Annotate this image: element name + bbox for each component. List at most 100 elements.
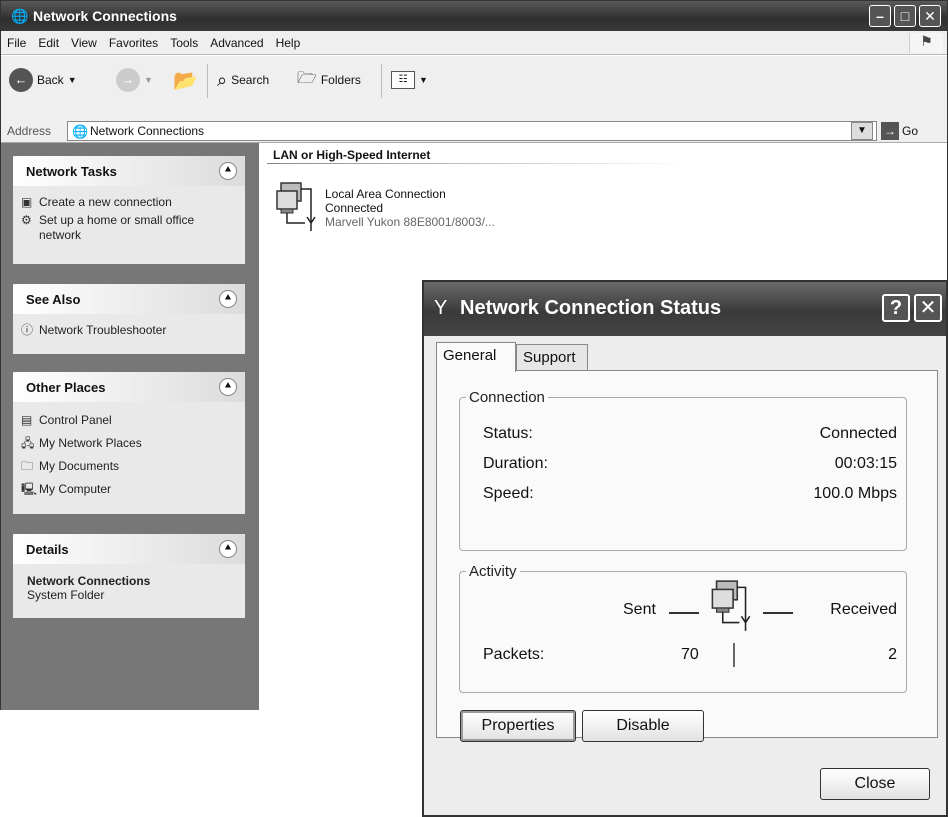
search-button[interactable]: ⌕ Search [217, 66, 269, 94]
menu-bar: File Edit View Favorites Tools Advanced Help ⚑ [1, 31, 947, 55]
collapse-icon[interactable]: ⯅ [219, 378, 237, 396]
control-panel-label: Control Panel [39, 413, 112, 427]
network-connection-status-dialog: Υ Network Connection Status ? ✕ General … [422, 280, 948, 817]
search-icon: ⌕ [217, 69, 228, 90]
views-dropdown-icon: ▼ [419, 75, 428, 85]
views-icon: ☷ [391, 71, 415, 89]
my-network-places-link[interactable]: 🖧 My Network Places [21, 436, 235, 451]
other-places-header[interactable]: Other Places ⯅ [13, 372, 245, 402]
network-troubleshooter-link[interactable]: ⓘ Network Troubleshooter [21, 323, 235, 338]
menu-view[interactable]: View [65, 31, 103, 50]
status-value: Connected [819, 425, 897, 442]
details-panel: Details ⯅ Network Connections System Fol… [13, 534, 245, 618]
control-panel-link[interactable]: ▤ Control Panel [21, 413, 235, 428]
home-network-link[interactable]: ⚙ Set up a home or small office network [21, 213, 235, 243]
go-button[interactable]: → Go [881, 122, 918, 140]
see-also-title: See Also [26, 292, 81, 307]
my-computer-link[interactable]: 🖳 My Computer [21, 482, 235, 497]
close-button[interactable]: Close [820, 768, 930, 800]
documents-folder-icon: 🗀 [21, 459, 34, 473]
toolbar-separator [207, 64, 208, 98]
connection-name: Local Area Connection [325, 187, 446, 201]
other-places-title: Other Places [26, 380, 106, 395]
my-network-places-label: My Network Places [39, 436, 142, 450]
folders-label: Folders [320, 73, 361, 87]
details-title: Details [26, 542, 69, 557]
packets-received-value: 2 [888, 646, 897, 663]
forward-button[interactable]: → ▼ [116, 66, 153, 94]
network-places-icon: 🖧 [21, 436, 35, 450]
dialog-title: Network Connection Status [460, 297, 722, 319]
back-button[interactable]: ← Back ▼ [9, 66, 77, 94]
up-folder-icon: 📂 [173, 69, 198, 92]
connection-status: Connected [325, 201, 384, 215]
go-arrow-icon: → [881, 122, 899, 140]
title-bar[interactable]: 🌐 Network Connections – □ ✕ [1, 1, 947, 31]
task-pane: Network Tasks ⯅ ▣ Create a new connectio… [1, 143, 259, 710]
group-divider [267, 163, 687, 164]
my-documents-link[interactable]: 🗀 My Documents [21, 459, 235, 474]
network-tasks-header[interactable]: Network Tasks ⯅ [13, 156, 245, 186]
duration-label: Duration: [483, 455, 548, 472]
details-type: System Folder [27, 588, 105, 602]
properties-button[interactable]: Properties [460, 710, 576, 742]
dialog-title-bar[interactable]: Υ Network Connection Status ? ✕ [424, 282, 946, 336]
address-field[interactable]: 🌐 Network Connections [67, 121, 877, 141]
sent-line [669, 612, 699, 614]
network-connections-icon: 🌐 [11, 8, 29, 24]
antenna-icon: Υ [434, 297, 448, 319]
address-value: Network Connections [90, 124, 205, 138]
address-dropdown-icon[interactable]: ▼ [851, 122, 873, 140]
dialog-close-icon[interactable]: ✕ [914, 294, 942, 322]
home-network-label: Set up a home or small office network [39, 213, 195, 242]
collapse-icon[interactable]: ⯅ [219, 162, 237, 180]
details-header[interactable]: Details ⯅ [13, 534, 245, 564]
control-panel-icon: ▤ [21, 413, 33, 427]
search-label: Search [231, 73, 270, 87]
close-icon[interactable]: ✕ [919, 5, 941, 27]
toolbar: ← Back ▼ → ▼ 📂 ⌕ Search 🗁 Folders ☷ ▼ [1, 56, 947, 120]
menu-advanced[interactable]: Advanced [204, 31, 269, 50]
collapse-icon[interactable]: ⯅ [219, 540, 237, 558]
details-name: Network Connections [27, 574, 151, 588]
other-places-panel: Other Places ⯅ ▤ Control Panel 🖧 My Netw… [13, 372, 245, 514]
back-arrow-icon: ← [9, 68, 33, 92]
create-connection-link[interactable]: ▣ Create a new connection [21, 195, 235, 210]
forward-dropdown-icon[interactable]: ▼ [144, 75, 153, 85]
connection-legend: Connection [469, 389, 545, 406]
minimize-icon[interactable]: – [869, 5, 891, 27]
menu-help[interactable]: Help [270, 31, 307, 50]
menu-edit[interactable]: Edit [32, 31, 65, 50]
tab-general[interactable]: General [436, 342, 516, 372]
up-folder-button[interactable]: 📂 [173, 66, 198, 94]
activity-group: Activity [459, 563, 907, 693]
back-dropdown-icon[interactable]: ▼ [68, 75, 77, 85]
folders-button[interactable]: 🗁 Folders [297, 66, 361, 94]
received-line [763, 612, 793, 614]
connection-device: Marvell Yukon 88E8001/8003/... [325, 215, 495, 229]
home-network-icon: ⚙ [21, 213, 32, 227]
general-tab-panel: Connection Status: Connected Duration: 0… [436, 370, 938, 738]
tab-support[interactable]: Support [516, 344, 588, 370]
see-also-panel: See Also ⯅ ⓘ Network Troubleshooter [13, 284, 245, 354]
speed-label: Speed: [483, 485, 534, 502]
back-label: Back [37, 73, 64, 87]
see-also-header[interactable]: See Also ⯅ [13, 284, 245, 314]
disable-button[interactable]: Disable [582, 710, 704, 742]
menu-tools[interactable]: Tools [164, 31, 204, 50]
address-bar: Address 🌐 Network Connections ▼ → Go [1, 119, 947, 143]
menu-file[interactable]: File [1, 31, 32, 50]
activity-computers-icon [711, 580, 751, 631]
maximize-icon[interactable]: □ [894, 5, 916, 27]
computer-icon: 🖳 [21, 482, 38, 496]
my-documents-label: My Documents [39, 459, 120, 473]
help-icon[interactable]: ? [882, 294, 910, 322]
views-button[interactable]: ☷ ▼ [391, 66, 428, 94]
network-tasks-panel: Network Tasks ⯅ ▣ Create a new connectio… [13, 156, 245, 264]
go-label: Go [902, 124, 919, 138]
menu-favorites[interactable]: Favorites [103, 31, 164, 50]
packets-sent-value: 70 [681, 646, 699, 663]
network-troubleshooter-label: Network Troubleshooter [39, 323, 167, 337]
collapse-icon[interactable]: ⯅ [219, 290, 237, 308]
address-label: Address [7, 124, 52, 138]
